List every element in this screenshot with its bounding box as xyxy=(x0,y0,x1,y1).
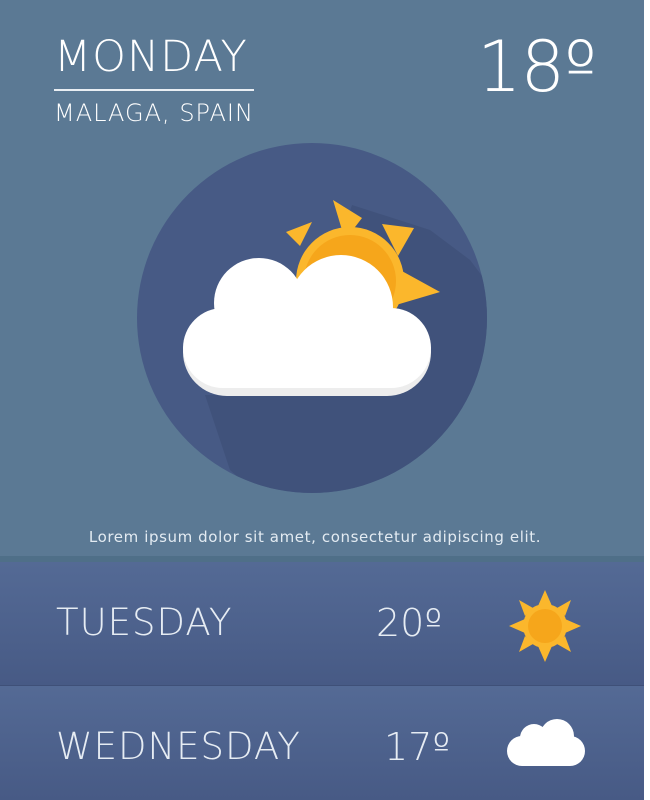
forecast-temperature: 17º xyxy=(384,725,451,769)
forecast-temperature: 20º xyxy=(376,601,443,645)
weather-hero-illustration xyxy=(137,143,487,493)
forecast-day: TUESDAY xyxy=(56,601,233,644)
weather-app: MONDAY MALAGA, SPAIN 18º Lorem ipsum dol… xyxy=(0,0,644,800)
weather-description: Lorem ipsum dolor sit amet, consectetur … xyxy=(88,528,542,546)
forecast-day: WEDNESDAY xyxy=(56,725,301,768)
cloud-icon xyxy=(507,719,585,766)
forecast-row-tuesday[interactable]: TUESDAY 20º xyxy=(0,562,644,685)
forecast-row-wednesday[interactable]: WEDNESDAY 17º xyxy=(0,686,644,800)
sun-icon xyxy=(509,590,581,662)
